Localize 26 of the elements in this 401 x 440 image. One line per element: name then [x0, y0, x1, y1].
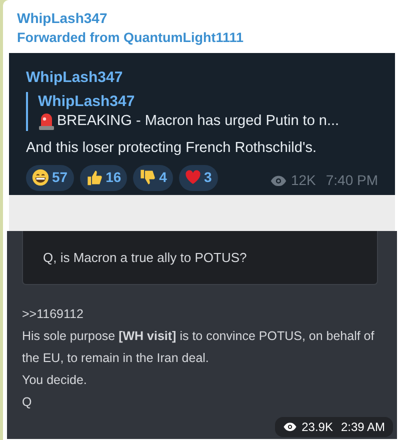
heart-icon — [184, 170, 201, 185]
post-text: And this loser protecting French Rothschild's. — [26, 139, 318, 158]
reaction-chip[interactable]: 57 — [26, 164, 74, 190]
post-line: >>1169112 — [22, 306, 84, 323]
quote-text: Q, is Macron a true ally to POTUS? — [43, 248, 247, 267]
eye-icon — [270, 174, 287, 186]
reaction-chip[interactable]: 3 — [178, 164, 218, 190]
eye-icon — [282, 422, 297, 432]
author-name[interactable]: WhipLash347 — [17, 9, 387, 28]
siren-icon — [38, 112, 55, 130]
post-line: You decide. — [22, 372, 88, 389]
post-line: Q — [22, 394, 33, 411]
post-author: WhipLash347 — [26, 68, 124, 88]
thumbs-up-icon — [86, 169, 103, 186]
reply-author: WhipLash347 — [38, 92, 136, 111]
view-count: 12K — [290, 171, 316, 190]
post-line: His sole purpose [WH visit] is to convince POTUS, on behalf of the EU, to remain in the Iran deal. — [22, 328, 376, 367]
message-time: 2:39 AM — [340, 419, 385, 436]
view-count: 23.9K — [302, 419, 333, 436]
reaction-chip[interactable]: 4 — [133, 164, 173, 190]
message-time: 7:40 PM — [326, 171, 378, 190]
thumbs-down-icon — [139, 169, 156, 186]
forwarded-from[interactable]: Forwarded from QuantumLight1111 — [17, 28, 387, 47]
reply-text: BREAKING - Macron has urged Putin to n... — [57, 112, 340, 131]
grinning-face-icon — [32, 169, 49, 186]
reaction-chip[interactable]: 16 — [80, 164, 128, 190]
